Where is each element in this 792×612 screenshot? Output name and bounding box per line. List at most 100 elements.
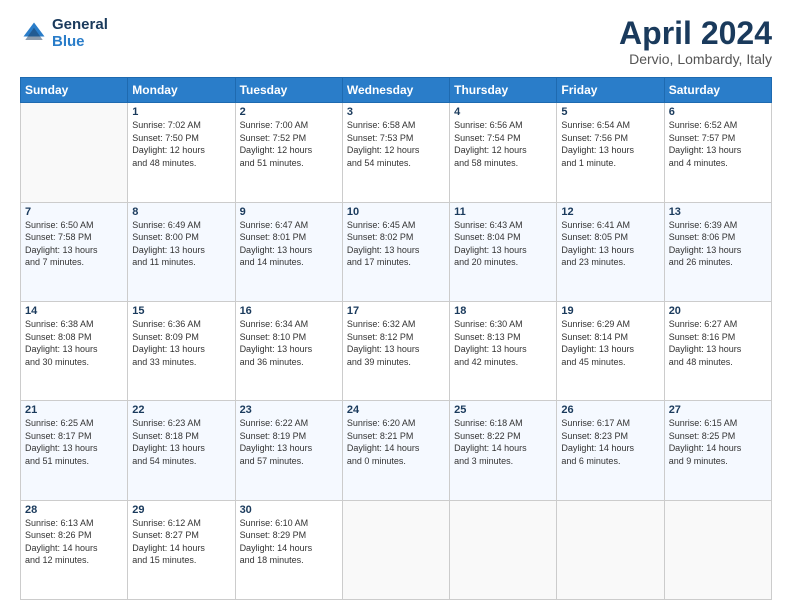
day-number: 18 [454, 305, 552, 317]
day-cell: 4Sunrise: 6:56 AM Sunset: 7:54 PM Daylig… [450, 103, 557, 202]
day-info: Sunrise: 6:41 AM Sunset: 8:05 PM Dayligh… [561, 219, 659, 269]
day-cell [557, 500, 664, 599]
day-number: 29 [132, 504, 230, 516]
day-cell: 5Sunrise: 6:54 AM Sunset: 7:56 PM Daylig… [557, 103, 664, 202]
day-cell: 30Sunrise: 6:10 AM Sunset: 8:29 PM Dayli… [235, 500, 342, 599]
day-cell: 28Sunrise: 6:13 AM Sunset: 8:26 PM Dayli… [21, 500, 128, 599]
day-cell: 9Sunrise: 6:47 AM Sunset: 8:01 PM Daylig… [235, 202, 342, 301]
day-info: Sunrise: 6:20 AM Sunset: 8:21 PM Dayligh… [347, 417, 445, 467]
day-info: Sunrise: 6:52 AM Sunset: 7:57 PM Dayligh… [669, 119, 767, 169]
day-number: 28 [25, 504, 123, 516]
day-cell: 3Sunrise: 6:58 AM Sunset: 7:53 PM Daylig… [342, 103, 449, 202]
title-block: April 2024 Dervio, Lombardy, Italy [619, 16, 772, 67]
logo-text: General Blue [52, 16, 108, 51]
week-row-5: 28Sunrise: 6:13 AM Sunset: 8:26 PM Dayli… [21, 500, 772, 599]
day-info: Sunrise: 6:23 AM Sunset: 8:18 PM Dayligh… [132, 417, 230, 467]
header: General Blue April 2024 Dervio, Lombardy… [20, 16, 772, 67]
day-number: 30 [240, 504, 338, 516]
day-cell: 14Sunrise: 6:38 AM Sunset: 8:08 PM Dayli… [21, 301, 128, 400]
day-cell: 27Sunrise: 6:15 AM Sunset: 8:25 PM Dayli… [664, 401, 771, 500]
day-info: Sunrise: 7:02 AM Sunset: 7:50 PM Dayligh… [132, 119, 230, 169]
page: General Blue April 2024 Dervio, Lombardy… [0, 0, 792, 612]
day-cell: 18Sunrise: 6:30 AM Sunset: 8:13 PM Dayli… [450, 301, 557, 400]
day-info: Sunrise: 6:29 AM Sunset: 8:14 PM Dayligh… [561, 318, 659, 368]
logo: General Blue [20, 16, 108, 51]
day-cell: 10Sunrise: 6:45 AM Sunset: 8:02 PM Dayli… [342, 202, 449, 301]
day-cell: 8Sunrise: 6:49 AM Sunset: 8:00 PM Daylig… [128, 202, 235, 301]
day-info: Sunrise: 6:56 AM Sunset: 7:54 PM Dayligh… [454, 119, 552, 169]
day-info: Sunrise: 6:13 AM Sunset: 8:26 PM Dayligh… [25, 517, 123, 567]
day-cell: 7Sunrise: 6:50 AM Sunset: 7:58 PM Daylig… [21, 202, 128, 301]
day-number: 5 [561, 106, 659, 118]
day-cell: 16Sunrise: 6:34 AM Sunset: 8:10 PM Dayli… [235, 301, 342, 400]
day-cell [664, 500, 771, 599]
day-number: 20 [669, 305, 767, 317]
day-cell: 29Sunrise: 6:12 AM Sunset: 8:27 PM Dayli… [128, 500, 235, 599]
day-cell: 23Sunrise: 6:22 AM Sunset: 8:19 PM Dayli… [235, 401, 342, 500]
day-cell: 19Sunrise: 6:29 AM Sunset: 8:14 PM Dayli… [557, 301, 664, 400]
day-cell: 26Sunrise: 6:17 AM Sunset: 8:23 PM Dayli… [557, 401, 664, 500]
day-info: Sunrise: 6:47 AM Sunset: 8:01 PM Dayligh… [240, 219, 338, 269]
logo-icon [20, 19, 48, 47]
day-cell: 6Sunrise: 6:52 AM Sunset: 7:57 PM Daylig… [664, 103, 771, 202]
day-number: 23 [240, 404, 338, 416]
day-info: Sunrise: 6:30 AM Sunset: 8:13 PM Dayligh… [454, 318, 552, 368]
day-info: Sunrise: 6:15 AM Sunset: 8:25 PM Dayligh… [669, 417, 767, 467]
day-number: 12 [561, 206, 659, 218]
day-cell: 17Sunrise: 6:32 AM Sunset: 8:12 PM Dayli… [342, 301, 449, 400]
day-cell [21, 103, 128, 202]
day-info: Sunrise: 6:25 AM Sunset: 8:17 PM Dayligh… [25, 417, 123, 467]
column-header-wednesday: Wednesday [342, 78, 449, 103]
day-info: Sunrise: 6:58 AM Sunset: 7:53 PM Dayligh… [347, 119, 445, 169]
column-header-friday: Friday [557, 78, 664, 103]
day-cell [450, 500, 557, 599]
day-cell: 12Sunrise: 6:41 AM Sunset: 8:05 PM Dayli… [557, 202, 664, 301]
day-number: 24 [347, 404, 445, 416]
day-info: Sunrise: 6:50 AM Sunset: 7:58 PM Dayligh… [25, 219, 123, 269]
day-number: 11 [454, 206, 552, 218]
day-info: Sunrise: 6:34 AM Sunset: 8:10 PM Dayligh… [240, 318, 338, 368]
day-number: 19 [561, 305, 659, 317]
day-number: 9 [240, 206, 338, 218]
day-info: Sunrise: 6:38 AM Sunset: 8:08 PM Dayligh… [25, 318, 123, 368]
calendar-table: SundayMondayTuesdayWednesdayThursdayFrid… [20, 77, 772, 600]
day-info: Sunrise: 6:54 AM Sunset: 7:56 PM Dayligh… [561, 119, 659, 169]
day-cell: 21Sunrise: 6:25 AM Sunset: 8:17 PM Dayli… [21, 401, 128, 500]
day-cell: 13Sunrise: 6:39 AM Sunset: 8:06 PM Dayli… [664, 202, 771, 301]
day-number: 15 [132, 305, 230, 317]
day-cell: 20Sunrise: 6:27 AM Sunset: 8:16 PM Dayli… [664, 301, 771, 400]
day-info: Sunrise: 6:32 AM Sunset: 8:12 PM Dayligh… [347, 318, 445, 368]
day-cell: 11Sunrise: 6:43 AM Sunset: 8:04 PM Dayli… [450, 202, 557, 301]
day-info: Sunrise: 6:22 AM Sunset: 8:19 PM Dayligh… [240, 417, 338, 467]
day-number: 22 [132, 404, 230, 416]
day-number: 3 [347, 106, 445, 118]
day-number: 13 [669, 206, 767, 218]
day-cell: 22Sunrise: 6:23 AM Sunset: 8:18 PM Dayli… [128, 401, 235, 500]
day-number: 21 [25, 404, 123, 416]
day-info: Sunrise: 6:49 AM Sunset: 8:00 PM Dayligh… [132, 219, 230, 269]
day-info: Sunrise: 6:36 AM Sunset: 8:09 PM Dayligh… [132, 318, 230, 368]
day-cell: 24Sunrise: 6:20 AM Sunset: 8:21 PM Dayli… [342, 401, 449, 500]
day-number: 4 [454, 106, 552, 118]
day-number: 27 [669, 404, 767, 416]
day-number: 2 [240, 106, 338, 118]
week-row-1: 1Sunrise: 7:02 AM Sunset: 7:50 PM Daylig… [21, 103, 772, 202]
subtitle: Dervio, Lombardy, Italy [619, 51, 772, 67]
week-row-4: 21Sunrise: 6:25 AM Sunset: 8:17 PM Dayli… [21, 401, 772, 500]
day-info: Sunrise: 6:17 AM Sunset: 8:23 PM Dayligh… [561, 417, 659, 467]
column-header-monday: Monday [128, 78, 235, 103]
day-number: 17 [347, 305, 445, 317]
day-number: 14 [25, 305, 123, 317]
day-info: Sunrise: 6:39 AM Sunset: 8:06 PM Dayligh… [669, 219, 767, 269]
day-number: 1 [132, 106, 230, 118]
day-number: 6 [669, 106, 767, 118]
day-cell: 1Sunrise: 7:02 AM Sunset: 7:50 PM Daylig… [128, 103, 235, 202]
day-cell: 15Sunrise: 6:36 AM Sunset: 8:09 PM Dayli… [128, 301, 235, 400]
day-info: Sunrise: 6:45 AM Sunset: 8:02 PM Dayligh… [347, 219, 445, 269]
column-header-thursday: Thursday [450, 78, 557, 103]
day-info: Sunrise: 6:27 AM Sunset: 8:16 PM Dayligh… [669, 318, 767, 368]
day-number: 26 [561, 404, 659, 416]
main-title: April 2024 [619, 16, 772, 51]
column-header-tuesday: Tuesday [235, 78, 342, 103]
day-info: Sunrise: 6:12 AM Sunset: 8:27 PM Dayligh… [132, 517, 230, 567]
